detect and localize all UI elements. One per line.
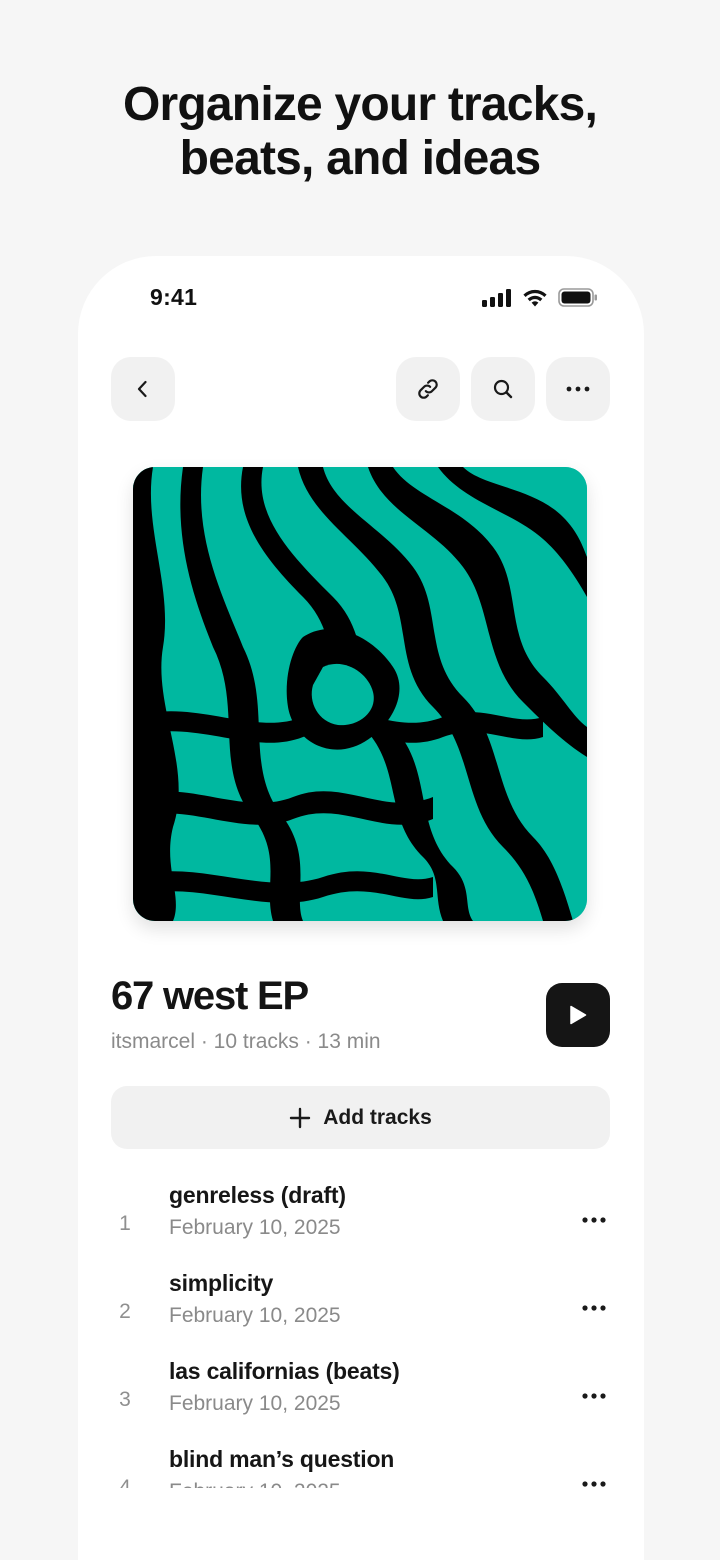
track-date: February 10, 2025 [169,1392,341,1415]
more-horizontal-icon [582,1217,606,1223]
add-tracks-button[interactable]: Add tracks [111,1086,610,1149]
share-link-button[interactable] [396,357,460,421]
play-icon [570,1005,587,1025]
track-title: las californias (beats) [169,1358,400,1384]
track-number: 3 [119,1388,131,1411]
wifi-icon [523,289,547,306]
track-row[interactable]: 2 simplicity February 10, 2025 [78,1270,644,1358]
track-more-button[interactable] [578,1386,610,1406]
track-title: genreless (draft) [169,1182,346,1208]
track-date: February 10, 2025 [169,1480,341,1488]
battery-icon [558,288,597,307]
track-more-button[interactable] [578,1474,610,1488]
album-meta: itsmarcel · 10 tracks · 13 min [111,1030,381,1053]
headline: Organize your tracks, beats, and ideas [0,78,720,186]
track-date: February 10, 2025 [169,1216,341,1239]
track-row[interactable]: 4 blind man’s question February 10, 2025 [78,1446,644,1488]
more-horizontal-icon [566,386,590,392]
chevron-left-icon [137,380,147,398]
headline-line-2: beats, and ideas [179,132,541,185]
more-horizontal-icon [582,1481,606,1487]
track-date: February 10, 2025 [169,1304,341,1327]
track-more-button[interactable] [578,1210,610,1230]
add-tracks-label: Add tracks [323,1105,432,1129]
track-row[interactable]: 1 genreless (draft) February 10, 2025 [78,1182,644,1270]
track-number: 4 [119,1476,131,1488]
plus-icon [290,1107,311,1128]
more-horizontal-icon [582,1305,606,1311]
more-horizontal-icon [582,1393,606,1399]
track-title: simplicity [169,1270,274,1296]
track-title: blind man’s question [169,1446,395,1472]
album-cover [133,467,587,921]
status-time: 9:41 [150,284,198,310]
status-bar: 9:41 [78,284,644,314]
play-button[interactable] [546,983,610,1047]
phone-screen: 9:41 67 west EP itsmarcel · 10 tracks · … [78,256,644,1488]
search-icon [493,379,513,399]
album-title: 67 west EP [111,974,309,1018]
signal-icon [482,288,511,307]
link-icon [418,379,438,399]
phone-frame: 9:41 67 west EP itsmarcel · 10 tracks · … [78,256,644,1560]
track-row[interactable]: 3 las californias (beats) February 10, 2… [78,1358,644,1446]
back-button[interactable] [111,357,175,421]
track-number: 2 [119,1300,131,1323]
search-button[interactable] [471,357,535,421]
headline-line-1: Organize your tracks, [122,78,598,131]
status-icons [482,288,598,307]
album-cover-art [133,467,587,921]
track-more-button[interactable] [578,1298,610,1318]
more-options-button[interactable] [546,357,610,421]
track-number: 1 [119,1212,131,1235]
